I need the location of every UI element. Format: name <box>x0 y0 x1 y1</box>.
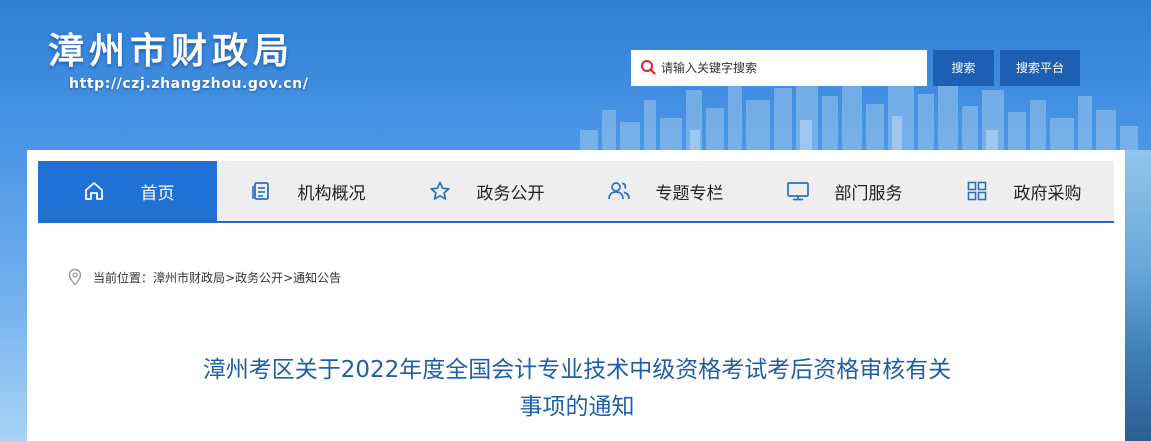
article-title-line1: 漳州考区关于2022年度全国会计专业技术中级资格考试考后资格审核有关 <box>202 357 952 383</box>
nav-label: 首页 <box>140 183 175 204</box>
nav-label: 机构概况 <box>297 183 366 204</box>
location-pin-icon <box>68 268 82 286</box>
nav-item-procurement[interactable]: 政府采购 <box>933 161 1112 221</box>
breadcrumb: 当前位置： 漳州市财政局>政务公开>通知公告 <box>67 268 341 286</box>
search-box[interactable] <box>631 50 927 86</box>
nav-item-organization[interactable]: 机构概况 <box>217 161 396 221</box>
document-icon <box>248 178 274 204</box>
site-url: http://czj.zhangzhou.gov.cn/ <box>69 76 309 92</box>
main-nav: 首页 机构概况 政务公开 专题专栏 部门服务 政府采购 <box>38 161 1114 223</box>
search-input[interactable] <box>661 50 921 86</box>
nav-item-department-services[interactable]: 部门服务 <box>754 161 933 221</box>
content-panel: 首页 机构概况 政务公开 专题专栏 部门服务 政府采购 当前位置： 漳州市财政局… <box>27 150 1125 441</box>
grid-icon <box>964 178 990 204</box>
breadcrumb-path[interactable]: 漳州市财政局>政务公开>通知公告 <box>153 269 341 286</box>
home-icon <box>81 178 107 204</box>
nav-label: 政府采购 <box>1013 183 1082 204</box>
nav-item-home[interactable]: 首页 <box>38 161 217 221</box>
monitor-icon <box>785 178 811 204</box>
nav-label: 专题专栏 <box>655 183 724 204</box>
article-title: 漳州考区关于2022年度全国会计专业技术中级资格考试考后资格审核有关 事项的通知 <box>87 352 1067 426</box>
search-platform-button[interactable]: 搜索平台 <box>1000 50 1080 86</box>
users-icon <box>606 178 632 204</box>
nav-item-special-topics[interactable]: 专题专栏 <box>575 161 754 221</box>
nav-label: 政务公开 <box>476 183 545 204</box>
site-title: 漳州市财政局 <box>48 31 295 72</box>
star-icon <box>427 178 453 204</box>
nav-item-government-affairs[interactable]: 政务公开 <box>396 161 575 221</box>
breadcrumb-prefix: 当前位置： <box>93 270 154 285</box>
search-icon <box>641 60 656 75</box>
article-title-line2: 事项的通知 <box>519 394 635 420</box>
search-button[interactable]: 搜索 <box>933 50 994 86</box>
nav-label: 部门服务 <box>834 183 903 204</box>
